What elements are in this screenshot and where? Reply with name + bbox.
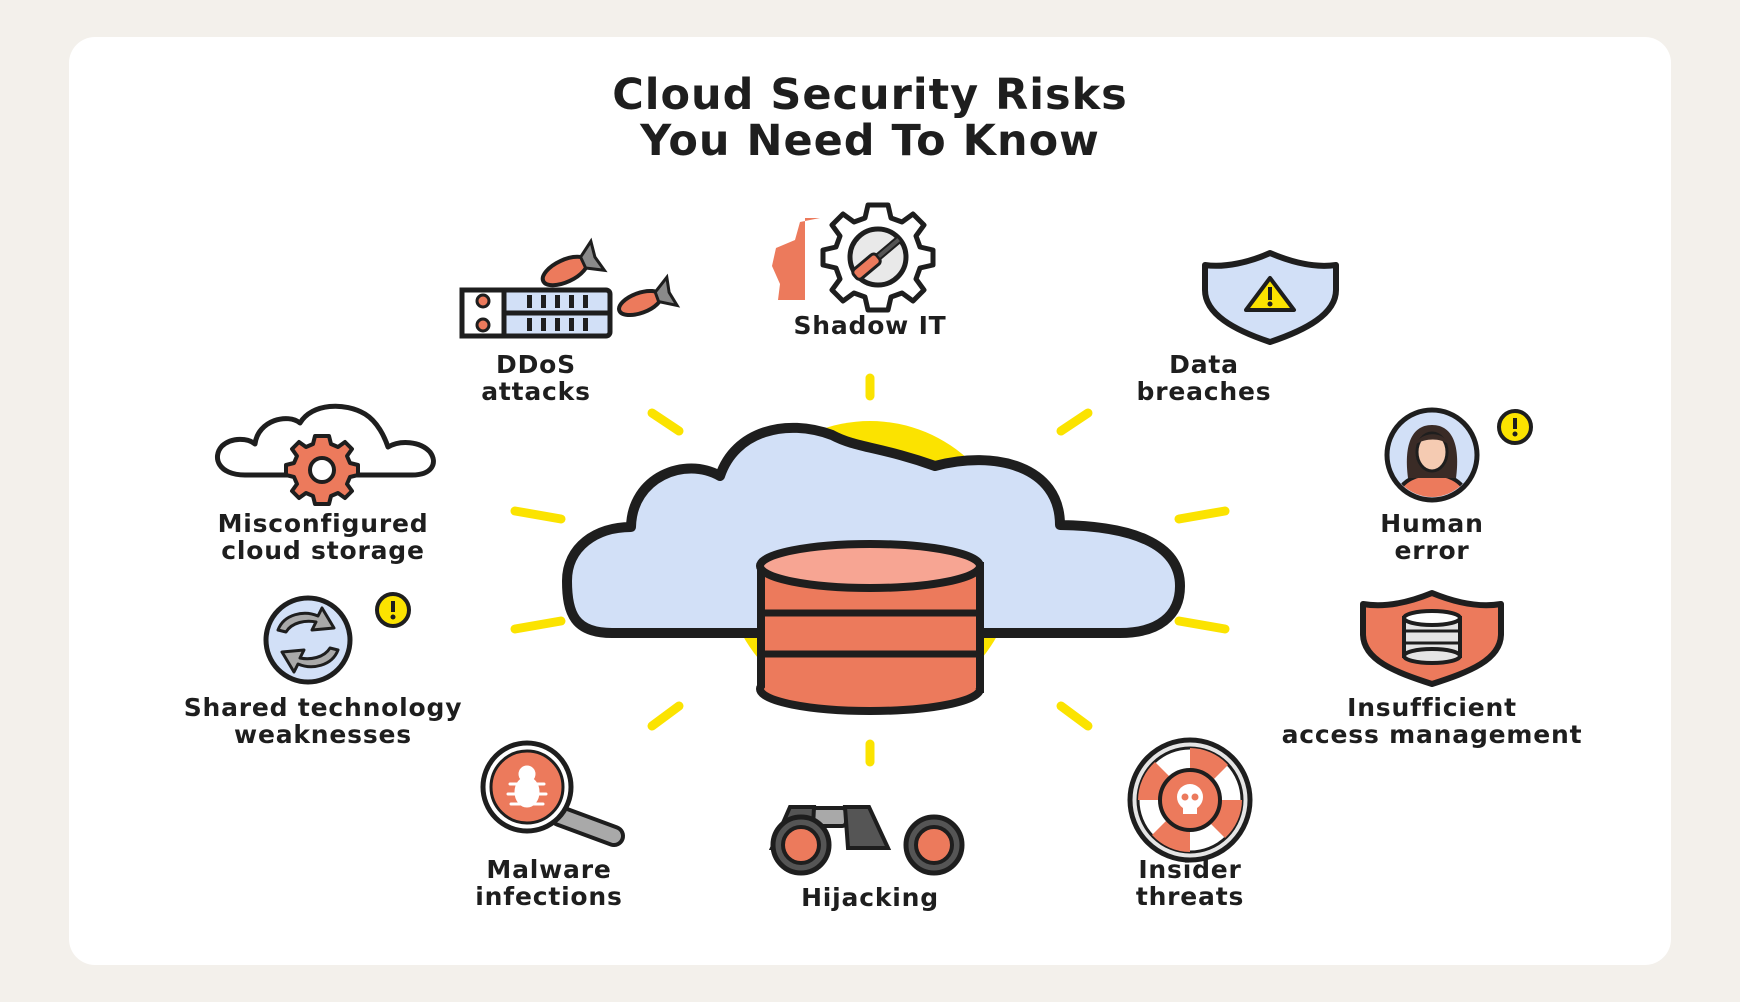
label-line: breaches <box>1136 377 1272 406</box>
label-line: Malware <box>486 855 612 884</box>
label-hijacking: Hijacking <box>740 884 1000 911</box>
skull-lifebuoy-icon <box>1127 737 1253 863</box>
bug-magnifier-icon <box>480 740 625 847</box>
label-line: Data <box>1169 350 1239 379</box>
label-line: weaknesses <box>234 720 412 749</box>
sync-alert-icon <box>263 592 411 685</box>
label-line: Shadow IT <box>793 311 947 340</box>
label-insufficient-access-management: Insufficient access management <box>1216 694 1648 748</box>
label-shared-technology-weaknesses: Shared technology weaknesses <box>120 694 526 748</box>
diagram-artwork <box>215 202 1533 876</box>
label-line: attacks <box>481 377 591 406</box>
person-alert-icon <box>1384 407 1533 503</box>
label-line: Human <box>1380 509 1484 538</box>
label-insider-threats: Insider threats <box>1080 856 1300 910</box>
label-human-error: Human error <box>1330 510 1534 564</box>
cloud-gear-icon <box>215 403 436 506</box>
label-line: access management <box>1281 720 1583 749</box>
label-data-breaches: Data breaches <box>1080 351 1328 405</box>
warning-shield-icon <box>1202 250 1339 345</box>
label-line: Hijacking <box>801 883 939 912</box>
label-misconfigured-cloud-storage: Misconfigured cloud storage <box>160 510 486 564</box>
label-line: threats <box>1135 882 1245 911</box>
label-malware-infections: Malware infections <box>430 856 668 910</box>
label-line: infections <box>475 882 623 911</box>
binoculars-icon <box>768 805 965 876</box>
cloud-database-icon <box>562 421 1185 715</box>
label-line: error <box>1394 536 1470 565</box>
label-line: DDoS <box>496 350 576 379</box>
server-with-missiles-icon <box>459 237 681 339</box>
label-line: cloud storage <box>221 536 425 565</box>
label-ddos-attacks: DDoS attacks <box>430 351 642 405</box>
label-line: Insider <box>1138 855 1242 884</box>
label-line: Insufficient <box>1347 693 1517 722</box>
label-line: Misconfigured <box>217 509 429 538</box>
label-shadow-it: Shadow IT <box>740 312 1000 339</box>
label-line: Shared technology <box>183 693 463 722</box>
database-shield-icon <box>1360 590 1504 687</box>
gear-with-screwdriver-icon <box>772 202 936 313</box>
